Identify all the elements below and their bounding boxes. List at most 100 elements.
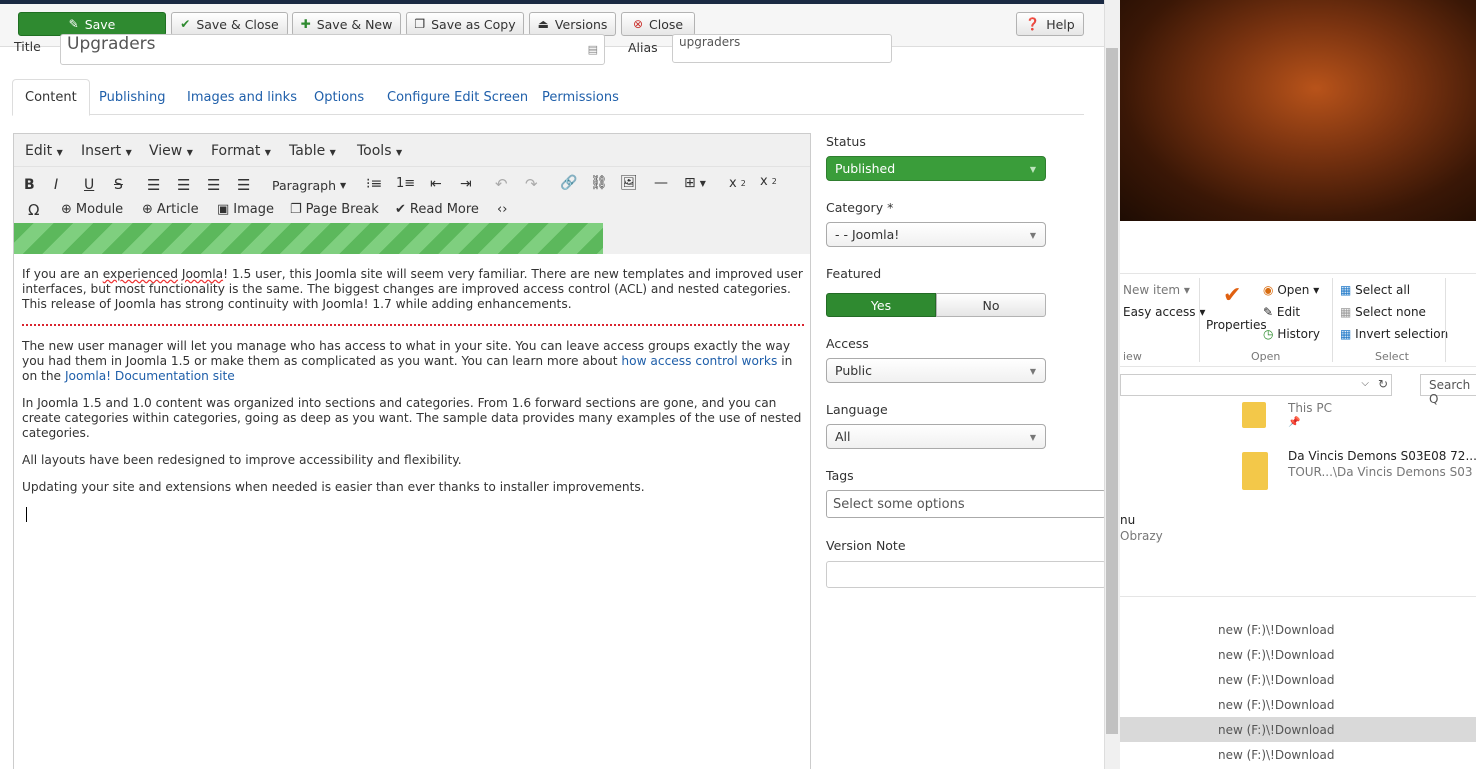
featured-yes-button[interactable]: Yes <box>826 293 936 317</box>
select-all-button[interactable]: ▦ Select all <box>1340 283 1410 297</box>
tab-options[interactable]: Options <box>302 79 376 115</box>
article-icon: ⊕ <box>142 202 153 217</box>
recent-file-location[interactable]: new (F:)\!Download <box>1218 698 1335 712</box>
menu-view[interactable]: View ▼ <box>149 143 193 159</box>
easy-access-button[interactable]: Easy access ▾ <box>1123 305 1205 319</box>
menu-format[interactable]: Format ▼ <box>211 143 271 159</box>
menu-insert[interactable]: Insert ▼ <box>81 143 132 159</box>
menu-table[interactable]: Table ▼ <box>289 143 336 159</box>
folder-name[interactable]: Da Vincis Demons S03E08 72... <box>1288 449 1476 463</box>
indent-icon[interactable]: ⇥ <box>460 176 472 192</box>
invert-selection-icon: ▦ <box>1340 327 1352 341</box>
properties-button[interactable]: Properties <box>1206 318 1267 332</box>
edit-icon: ✎ <box>68 17 79 31</box>
image-button[interactable]: ▣ Image <box>217 202 274 217</box>
featured-no-button[interactable]: No <box>936 293 1046 317</box>
align-center-icon[interactable]: ☰ <box>177 176 190 194</box>
recent-file-location[interactable]: new (F:)\!Download <box>1218 623 1335 637</box>
editor-content[interactable]: If you are an experienced Joomla! 1.5 us… <box>22 267 804 522</box>
save-new-button[interactable]: ✚ Save & New <box>292 12 401 36</box>
special-character-icon[interactable]: Ω <box>28 201 39 219</box>
bold-icon[interactable]: B <box>24 177 35 193</box>
module-button[interactable]: ⊕ Module <box>61 202 123 217</box>
check-icon: ✔ <box>180 17 191 31</box>
ribbon-divider <box>1445 278 1446 362</box>
justify-icon[interactable]: ☰ <box>237 176 250 194</box>
language-label: Language <box>826 402 888 417</box>
access-control-link[interactable]: how access control works <box>621 354 777 368</box>
align-right-icon[interactable]: ☰ <box>207 176 220 194</box>
history-button[interactable]: ◷ History <box>1263 327 1320 341</box>
strikethrough-icon[interactable]: S <box>114 177 123 193</box>
help-button[interactable]: ❓ Help <box>1016 12 1084 36</box>
superscript-icon[interactable]: x2 <box>760 174 777 189</box>
table-icon[interactable]: ⊞ ▼ <box>684 175 706 191</box>
italic-icon[interactable]: I <box>54 177 58 193</box>
paragraph-format-select[interactable]: Paragraph ▼ <box>272 178 346 193</box>
image-icon[interactable]: 🖼 <box>620 175 638 191</box>
open-button[interactable]: ◉ Open ▾ <box>1263 283 1319 297</box>
properties-icon: ✔ <box>1223 283 1242 308</box>
redo-icon[interactable]: ↷ <box>525 175 538 193</box>
scrollbar-thumb[interactable] <box>1106 48 1118 734</box>
menu-edit[interactable]: Edit ▼ <box>25 143 63 159</box>
language-select[interactable]: All ▼ <box>826 424 1046 449</box>
unlink-icon[interactable]: ⛓ <box>590 175 608 191</box>
search-input[interactable]: Search Q <box>1420 374 1476 406</box>
tab-configure-edit-screen[interactable]: Configure Edit Screen <box>375 79 540 115</box>
edit-button[interactable]: ✎ Edit <box>1263 305 1300 319</box>
recent-file-location[interactable]: new (F:)\!Download <box>1218 673 1335 687</box>
tab-images-links[interactable]: Images and links <box>175 79 309 115</box>
code-icon[interactable]: ‹› <box>497 202 507 217</box>
subscript-icon[interactable]: x2 <box>729 176 746 191</box>
new-item-button[interactable]: New item ▾ <box>1123 283 1190 297</box>
save-copy-button[interactable]: ❐ Save as Copy <box>406 12 524 36</box>
library-name: nu <box>1120 513 1136 527</box>
module-icon: ⊕ <box>61 202 72 217</box>
status-label: Status <box>826 134 866 149</box>
tags-input[interactable]: Select some options <box>826 490 1106 518</box>
page-break-button[interactable]: ❐ Page Break <box>290 202 379 217</box>
category-select[interactable]: - - Joomla! ▼ <box>826 222 1046 247</box>
undo-icon[interactable]: ↶ <box>495 175 508 193</box>
tab-permissions[interactable]: Permissions <box>530 79 631 115</box>
bullet-list-icon[interactable]: ⁝≡ <box>366 176 382 192</box>
tab-content[interactable]: Content <box>12 79 90 116</box>
address-bar[interactable]: ⌵ ↻ <box>1120 374 1392 396</box>
recent-file-location[interactable]: new (F:)\!Download <box>1218 723 1335 737</box>
close-button[interactable]: ⊗ Close <box>621 12 695 36</box>
recent-file-location[interactable]: new (F:)\!Download <box>1218 648 1335 662</box>
versions-button[interactable]: ⏏ Versions <box>529 12 616 36</box>
save-button[interactable]: ✎ Save <box>18 12 166 36</box>
status-select[interactable]: Published ▼ <box>826 156 1046 181</box>
numbered-list-icon[interactable]: 1≡ <box>396 176 415 191</box>
save-close-button[interactable]: ✔ Save & Close <box>171 12 288 36</box>
read-more-button[interactable]: ✔ Read More <box>395 202 479 217</box>
alias-input[interactable]: upgraders <box>672 34 892 63</box>
article-button[interactable]: ⊕ Article <box>142 202 199 217</box>
access-select[interactable]: Public ▼ <box>826 358 1046 383</box>
chevron-down-icon: ⌵ <box>1361 378 1369 389</box>
horizontal-rule-icon[interactable]: — <box>654 175 668 191</box>
quick-access-item[interactable]: This PC <box>1288 401 1332 415</box>
version-note-label: Version Note <box>826 538 906 553</box>
version-note-input[interactable] <box>826 561 1106 588</box>
ribbon-divider <box>1199 278 1200 362</box>
recent-file-location[interactable]: new (F:)\!Download <box>1218 748 1335 762</box>
link-icon[interactable]: 🔗 <box>560 175 577 191</box>
readmore-separator <box>22 324 804 326</box>
pin-icon: 📌 <box>1288 417 1301 428</box>
select-none-button[interactable]: ▦ Select none <box>1340 305 1426 319</box>
tab-publishing[interactable]: Publishing <box>87 79 177 115</box>
menu-tools[interactable]: Tools ▼ <box>357 143 402 159</box>
open-icon: ◉ <box>1263 283 1274 297</box>
align-left-icon[interactable]: ☰ <box>147 176 160 194</box>
underline-icon[interactable]: U <box>84 177 94 193</box>
library-path: Obrazy <box>1120 529 1163 543</box>
documentation-link[interactable]: Joomla! Documentation site <box>65 369 235 383</box>
refresh-icon[interactable]: ↻ <box>1378 377 1388 391</box>
title-input[interactable]: Upgraders ▤ <box>60 34 605 65</box>
folder-icon <box>1242 452 1268 490</box>
invert-selection-button[interactable]: ▦ Invert selection <box>1340 327 1448 341</box>
outdent-icon[interactable]: ⇤ <box>430 176 442 192</box>
